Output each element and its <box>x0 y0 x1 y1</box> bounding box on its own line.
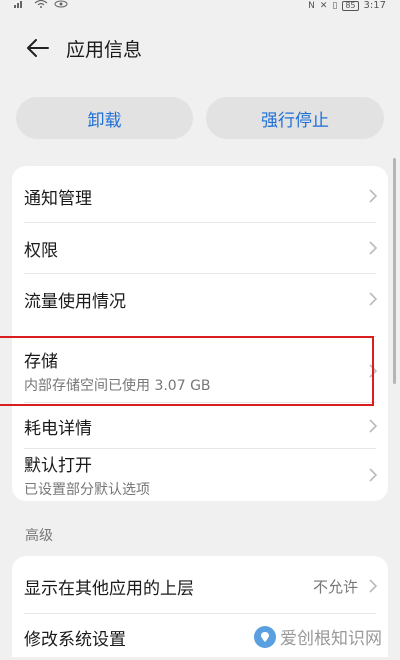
chevron-right-icon <box>369 419 378 433</box>
status-time: 3:17 <box>363 0 386 11</box>
settings-item-label: 流量使用情况 <box>24 291 126 312</box>
signal-icon <box>14 1 22 8</box>
status-bar: N ✕ ▯ 85 3:17 <box>0 0 400 14</box>
settings-item-label: 权限 <box>24 240 58 261</box>
chevron-right-icon <box>369 579 378 593</box>
default-open-subtitle: 已设置部分默认选项 <box>24 482 150 498</box>
chevron-right-icon <box>369 468 378 482</box>
settings-item-label: 耗电详情 <box>24 418 92 439</box>
advanced-item-label: 修改系统设置 <box>24 629 126 650</box>
watermark: 爱创根知识网 <box>254 624 382 649</box>
back-button[interactable] <box>26 36 50 60</box>
watermark-logo-icon <box>254 625 276 648</box>
chevron-right-icon <box>369 241 378 255</box>
advanced-item-label: 显示在其他应用的上层 <box>24 578 194 599</box>
chevron-right-icon <box>369 292 378 306</box>
settings-item-open-by-default[interactable]: 默认打开 已设置部分默认选项 <box>12 449 388 501</box>
watermark-text: 爱创根知识网 <box>280 629 382 649</box>
back-arrow-icon <box>27 39 49 57</box>
app-bar: 应用信息 <box>0 28 400 68</box>
chevron-right-icon <box>369 363 378 378</box>
nfc-icon: N <box>308 0 315 11</box>
settings-item-battery-usage[interactable]: 耗电详情 <box>12 403 388 449</box>
advanced-section-header: 高级 <box>25 528 53 544</box>
settings-item-label: 默认打开 <box>24 456 92 476</box>
advanced-item-value: 不允许 <box>312 577 358 596</box>
status-left <box>14 0 68 8</box>
settings-item-data-usage[interactable]: 流量使用情况 <box>12 274 388 324</box>
storage-usage-text: 内部存储空间已使用 3.07 GB <box>24 378 211 394</box>
chevron-right-icon <box>369 189 378 203</box>
page-title: 应用信息 <box>66 38 143 61</box>
uninstall-button[interactable]: 卸载 <box>16 97 193 139</box>
vibrate-icon: ▯ <box>332 0 338 11</box>
settings-item-permissions[interactable]: 权限 <box>12 223 388 273</box>
eye-icon <box>54 0 68 8</box>
scrollbar[interactable] <box>393 158 396 384</box>
force-stop-button[interactable]: 强行停止 <box>206 97 384 139</box>
settings-item-label: 通知管理 <box>24 188 92 209</box>
divider <box>24 336 376 337</box>
settings-item-label: 存储 <box>24 352 58 372</box>
settings-item-storage[interactable]: 存储 内部存储空间已使用 3.07 GB <box>12 339 388 402</box>
settings-item-notifications[interactable]: 通知管理 <box>12 170 388 222</box>
settings-card: 通知管理 权限 流量使用情况 存储 内部存储空间已使用 3.07 GB 耗电详情… <box>12 166 388 501</box>
silent-icon: ✕ <box>319 0 328 11</box>
battery-indicator: 85 <box>342 0 359 11</box>
advanced-item-display-over-apps[interactable]: 显示在其他应用的上层 不允许 <box>12 561 388 611</box>
wifi-icon <box>34 0 48 8</box>
status-right: N ✕ ▯ 85 3:17 <box>308 0 386 11</box>
